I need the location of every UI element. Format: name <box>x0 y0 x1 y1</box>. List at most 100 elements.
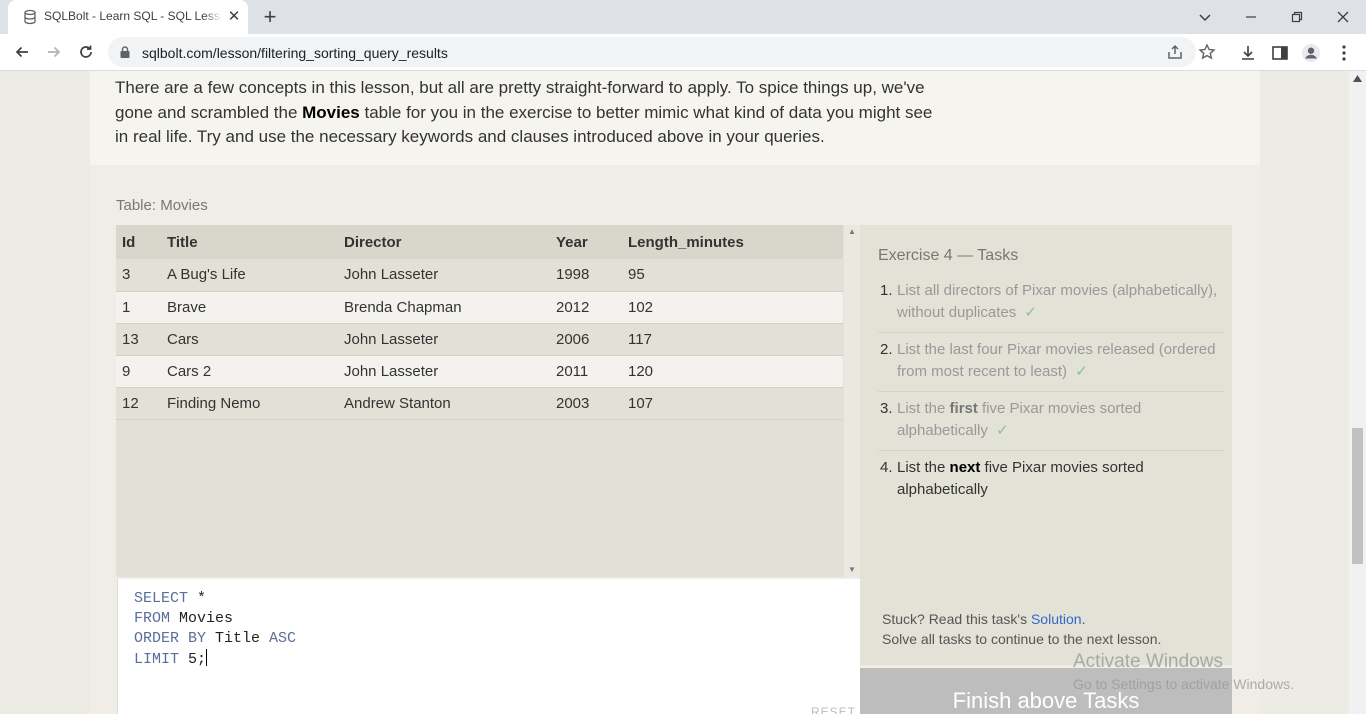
table-cell: 117 <box>622 323 843 356</box>
scroll-down-arrow-icon[interactable]: ▼ <box>847 565 857 575</box>
tab-title: SQLBolt - Learn SQL - SQL Lesson <box>44 9 222 23</box>
reload-icon[interactable] <box>72 38 100 66</box>
column-header: Title <box>161 225 338 259</box>
sql-text: Movies <box>170 610 234 627</box>
task-emphasis: first <box>949 400 978 417</box>
sql-keyword: SELECT <box>134 590 189 607</box>
task-number: 2. <box>880 341 893 358</box>
task-item-current: 4. List the next five Pixar movies sorted… <box>878 457 1224 509</box>
table-header-row: Id Title Director Year Length_minutes <box>116 225 843 259</box>
table-cell: 120 <box>622 355 843 388</box>
stuck-suffix: . <box>1081 611 1086 627</box>
task-number: 4. <box>880 459 893 476</box>
table-row: 12 Finding Nemo Andrew Stanton 2003 107 <box>116 387 843 420</box>
back-icon[interactable] <box>8 38 36 66</box>
table-cell: 107 <box>622 387 843 420</box>
page-scrollbar[interactable] <box>1349 71 1366 714</box>
checkmark-icon: ✓ <box>1024 304 1037 321</box>
checkmark-icon: ✓ <box>996 422 1009 439</box>
close-window-icon[interactable] <box>1320 0 1366 34</box>
table-row: 3 A Bug's Life John Lasseter 1998 95 <box>116 259 843 292</box>
table-cell: Andrew Stanton <box>338 387 550 420</box>
tab-close-icon[interactable]: ✕ <box>226 9 242 25</box>
finish-tasks-button[interactable]: Finish above Tasks <box>860 668 1232 714</box>
table-cell: 12 <box>116 387 161 420</box>
side-panel-icon[interactable] <box>1270 43 1290 63</box>
table-cell: 9 <box>116 355 161 388</box>
table-cell: 95 <box>622 259 843 292</box>
page-scroll-up-icon[interactable] <box>1353 75 1362 82</box>
table-cell: 1998 <box>550 259 622 292</box>
table-cell: Finding Nemo <box>161 387 338 420</box>
tasks-panel: Exercise 4 — Tasks 1. List all directors … <box>860 225 1232 665</box>
column-header: Director <box>338 225 550 259</box>
lock-icon <box>120 46 130 58</box>
solution-link[interactable]: Solution <box>1031 611 1082 627</box>
intro-bold-movies: Movies <box>302 102 360 122</box>
task-emphasis: next <box>949 459 981 476</box>
task-text: List the last four Pixar movies released… <box>897 341 1216 380</box>
task-text: List the <box>897 400 950 417</box>
table-cell: Cars 2 <box>161 355 338 388</box>
task-number: 1. <box>880 282 893 299</box>
page-scroll-thumb[interactable] <box>1352 428 1363 564</box>
table-cell: Brave <box>161 291 338 324</box>
text-cursor <box>206 649 208 666</box>
bookmark-star-icon[interactable] <box>1198 43 1216 61</box>
tab-search-icon[interactable] <box>1182 0 1228 34</box>
download-icon[interactable] <box>1238 43 1258 63</box>
table-row: 1 Brave Brenda Chapman 2012 102 <box>116 291 843 324</box>
address-bar[interactable]: sqlbolt.com/lesson/filtering_sorting_que… <box>108 37 1216 67</box>
help-text: Stuck? Read this task's Solution. Solve … <box>882 609 1161 649</box>
table-cell: 102 <box>622 291 843 324</box>
task-item: 1. List all directors of Pixar movies (al… <box>878 280 1224 333</box>
stuck-prefix: Stuck? Read this task's <box>882 611 1031 627</box>
task-item: 3. List the first five Pixar movies sorte… <box>878 398 1224 451</box>
table-cell: 2012 <box>550 291 622 324</box>
browser-tab[interactable]: SQLBolt - Learn SQL - SQL Lesson ✕ <box>8 0 248 34</box>
sql-keyword: FROM <box>134 610 171 627</box>
movies-table: Id Title Director Year Length_minutes 3 … <box>116 225 843 420</box>
database-icon <box>24 9 36 25</box>
forward-icon[interactable] <box>40 38 68 66</box>
table-cell: John Lasseter <box>338 259 550 292</box>
sql-keyword: ORDER BY <box>134 630 207 647</box>
new-tab-button[interactable]: + <box>258 5 282 29</box>
scroll-up-arrow-icon[interactable]: ▲ <box>847 227 857 237</box>
minimize-icon[interactable] <box>1228 0 1274 34</box>
sql-text: Title <box>206 630 270 647</box>
restore-icon[interactable] <box>1274 0 1320 34</box>
more-menu-icon[interactable] <box>1334 43 1354 63</box>
lesson-intro-paragraph: There are a few concepts in this lesson,… <box>115 76 945 150</box>
sql-text: 5; <box>179 651 207 668</box>
profile-avatar-icon[interactable] <box>1301 43 1321 63</box>
sql-keyword: LIMIT <box>134 651 180 668</box>
task-text: List all directors of Pixar movies (alph… <box>897 282 1218 321</box>
tasks-title: Exercise 4 — Tasks <box>878 247 1019 264</box>
share-icon[interactable] <box>1166 43 1184 61</box>
result-scrollbar[interactable]: ▲ ▼ <box>844 225 860 577</box>
task-number: 3. <box>880 400 893 417</box>
table-cell: Cars <box>161 323 338 356</box>
task-list: 1. List all directors of Pixar movies (al… <box>878 280 1224 515</box>
exercise-section: Table: Movies Id Title Director Year Len… <box>90 165 1260 714</box>
table-cell: John Lasseter <box>338 355 550 388</box>
table-cell: 2006 <box>550 323 622 356</box>
table-caption: Table: Movies <box>116 197 208 214</box>
reset-button[interactable]: RESET <box>811 705 856 714</box>
table-cell: 2003 <box>550 387 622 420</box>
table-cell: A Bug's Life <box>161 259 338 292</box>
table-row: 9 Cars 2 John Lasseter 2011 120 <box>116 355 843 388</box>
table-cell: Brenda Chapman <box>338 291 550 324</box>
sql-keyword: ASC <box>269 630 297 647</box>
sql-code[interactable]: SELECT * FROM Movies ORDER BY Title ASC … <box>134 589 296 670</box>
tab-strip: SQLBolt - Learn SQL - SQL Lesson ✕ + <box>0 0 1366 34</box>
table-row: 13 Cars John Lasseter 2006 117 <box>116 323 843 356</box>
lesson-content: There are a few concepts in this lesson,… <box>90 71 1260 165</box>
column-header: Id <box>116 225 161 259</box>
column-header: Length_minutes <box>622 225 843 259</box>
checkmark-icon: ✓ <box>1075 363 1088 380</box>
table-cell: 13 <box>116 323 161 356</box>
sql-query-editor[interactable]: SELECT * FROM Movies ORDER BY Title ASC … <box>117 579 860 714</box>
url-text: sqlbolt.com/lesson/filtering_sorting_que… <box>142 45 448 61</box>
